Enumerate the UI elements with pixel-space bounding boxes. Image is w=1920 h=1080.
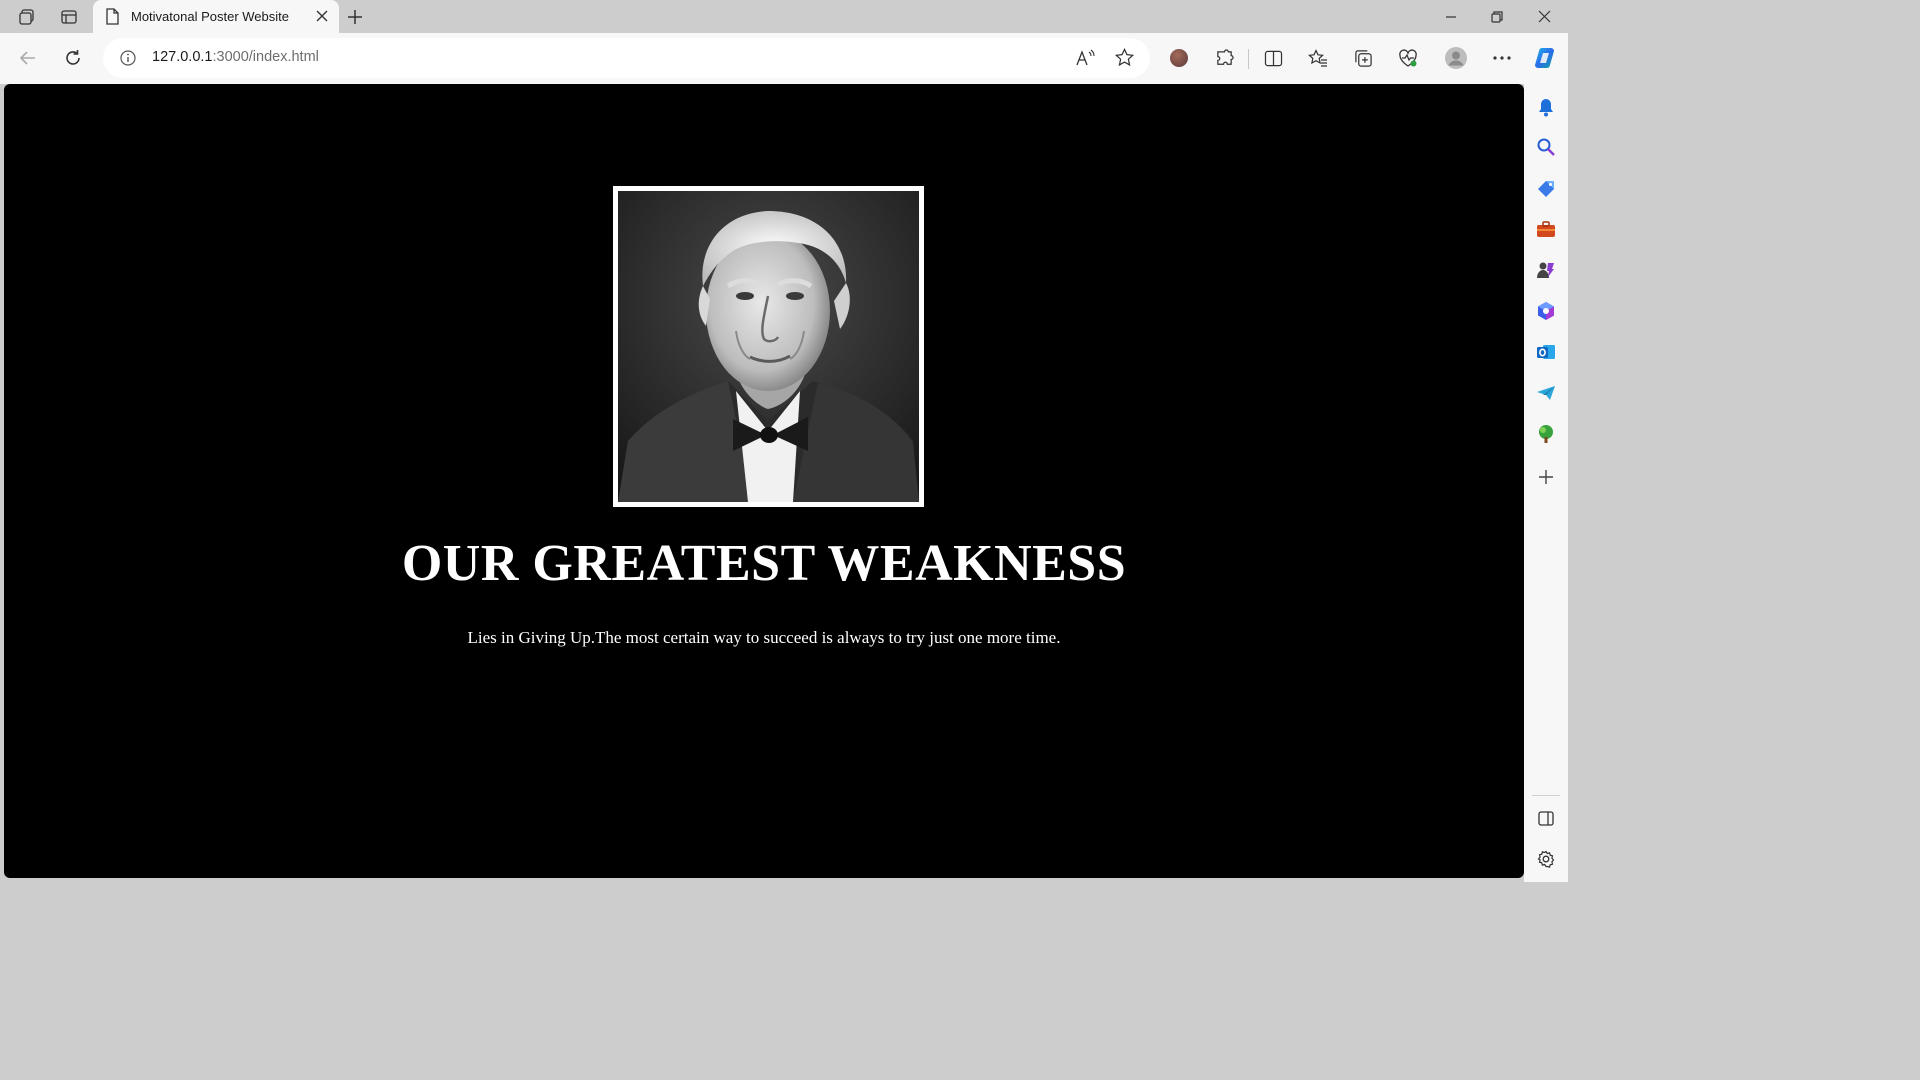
poster-subtitle: Lies in Giving Up.The most certain way t… — [467, 628, 1061, 647]
window-bottom-edge — [0, 878, 1524, 882]
read-aloud-icon[interactable] — [1075, 49, 1095, 71]
page-content: OUR GREATEST WEAKNESS Lies in Giving Up.… — [4, 84, 1524, 878]
collections-icon[interactable] — [1347, 42, 1379, 74]
more-icon[interactable] — [1486, 42, 1518, 74]
games-icon[interactable] — [1534, 258, 1558, 282]
profile-icon[interactable] — [1440, 42, 1472, 74]
restore-button[interactable] — [1474, 0, 1520, 33]
browser-window: Motivatonal Poster Website 127.0.0.1:300… — [0, 0, 1568, 882]
tab-title: Motivatonal Poster Website — [131, 9, 289, 24]
document-icon — [105, 8, 119, 29]
portrait-photo — [618, 191, 919, 502]
minimize-button[interactable] — [1428, 0, 1474, 33]
tab-actions-icon[interactable] — [55, 4, 83, 30]
tree-icon[interactable] — [1534, 422, 1558, 446]
notifications-icon[interactable] — [1534, 95, 1558, 119]
url-text[interactable]: 127.0.0.1:3000/index.html — [152, 49, 319, 65]
edge-sidebar — [1524, 84, 1568, 882]
profile-extension-icon[interactable] — [1163, 42, 1195, 74]
outlook-icon[interactable] — [1534, 340, 1558, 364]
shopping-icon[interactable] — [1534, 176, 1558, 200]
info-icon[interactable] — [120, 50, 136, 70]
workspaces-icon[interactable] — [13, 4, 41, 30]
refresh-icon[interactable] — [57, 42, 89, 74]
back-icon[interactable] — [12, 42, 44, 74]
drop-icon[interactable] — [1534, 381, 1558, 405]
close-window-button[interactable] — [1521, 0, 1567, 33]
browser-toolbar: 127.0.0.1:3000/index.html — [0, 33, 1568, 84]
microsoft365-icon[interactable] — [1534, 299, 1558, 323]
address-bar[interactable]: 127.0.0.1:3000/index.html — [103, 38, 1150, 78]
copilot-icon[interactable] — [1530, 42, 1562, 74]
split-screen-icon[interactable] — [1257, 42, 1289, 74]
tab-strip: Motivatonal Poster Website — [0, 0, 1568, 33]
hide-sidebar-icon[interactable] — [1534, 806, 1558, 830]
browser-essentials-icon[interactable] — [1392, 42, 1424, 74]
search-icon[interactable] — [1534, 135, 1558, 159]
tools-icon[interactable] — [1534, 217, 1558, 241]
toolbar-divider — [1248, 49, 1249, 69]
new-tab-button[interactable] — [342, 4, 368, 30]
url-host: 127.0.0.1 — [152, 49, 213, 65]
poster-title: OUR GREATEST WEAKNESS — [401, 535, 1127, 592]
url-path: :3000/index.html — [212, 49, 319, 65]
favorites-icon[interactable] — [1302, 42, 1334, 74]
poster-image — [613, 186, 924, 507]
favorite-star-icon[interactable] — [1114, 47, 1135, 71]
sidebar-divider — [1532, 795, 1560, 796]
close-tab-icon[interactable] — [315, 9, 329, 23]
add-icon[interactable] — [1534, 465, 1558, 489]
settings-gear-icon[interactable] — [1534, 847, 1558, 871]
extensions-icon[interactable] — [1208, 42, 1240, 74]
tab-active[interactable]: Motivatonal Poster Website — [93, 0, 339, 33]
